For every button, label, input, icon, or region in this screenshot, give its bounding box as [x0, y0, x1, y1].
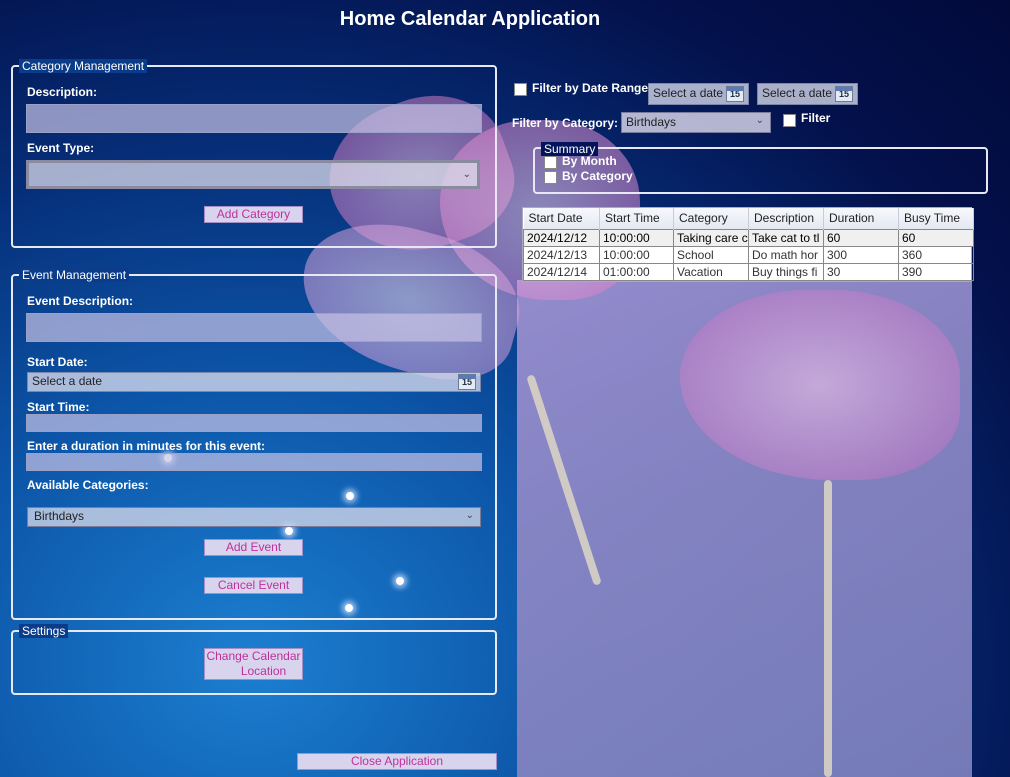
filter-date-range-checkbox[interactable] — [514, 83, 527, 96]
cell-start-time[interactable]: 10:00:00 — [599, 228, 674, 247]
column-header-duration[interactable]: Duration — [823, 208, 899, 229]
cell-busy-time[interactable]: 390 — [898, 262, 974, 281]
cell-busy-time[interactable]: 60 — [898, 228, 974, 247]
settings-legend: Settings — [19, 624, 69, 638]
filter-label: Filter — [801, 111, 831, 125]
calendar-icon[interactable]: 15 — [835, 86, 853, 102]
cell-start-time[interactable]: 01:00:00 — [599, 262, 674, 281]
close-application-button[interactable]: Close Application — [297, 753, 497, 770]
chevron-down-icon: ⌄ — [462, 169, 471, 180]
cell-category[interactable]: Vacation — [673, 262, 749, 281]
filter-category-label: Filter by Category: — [512, 116, 619, 130]
cell-duration[interactable]: 30 — [823, 262, 899, 281]
date-from-placeholder: Select a date — [653, 86, 724, 100]
change-location-line2: Location — [240, 664, 287, 678]
by-category-label: By Category — [562, 169, 633, 183]
events-grid[interactable]: Start Date Start Time Category Descripti… — [522, 207, 974, 282]
cell-busy-time[interactable]: 360 — [898, 245, 974, 264]
category-management-legend: Category Management — [19, 59, 148, 73]
by-month-label: By Month — [562, 154, 617, 168]
cell-description[interactable]: Buy things fi — [748, 262, 824, 281]
column-header-start-time[interactable]: Start Time — [599, 208, 674, 229]
start-date-picker[interactable]: Select a date 15 — [27, 372, 481, 392]
table-row[interactable]: 2024/12/12 10:00:00 Taking care c Take c… — [523, 228, 974, 247]
available-categories-label: Available Categories: — [27, 478, 149, 492]
cell-description[interactable]: Take cat to tl — [748, 228, 824, 247]
chevron-down-icon: ⌄ — [465, 510, 474, 521]
calendar-icon[interactable]: 15 — [458, 374, 476, 390]
change-location-line1: Change Calendar — [206, 649, 301, 663]
chevron-down-icon: ⌄ — [755, 115, 764, 126]
cell-duration[interactable]: 60 — [823, 228, 899, 247]
by-month-checkbox[interactable] — [544, 156, 557, 169]
cell-duration[interactable]: 300 — [823, 245, 899, 264]
cell-start-date[interactable]: 2024/12/13 — [523, 245, 600, 264]
cell-category[interactable]: Taking care c — [673, 228, 749, 247]
change-calendar-location-button[interactable]: Change Calendar Location — [204, 648, 303, 680]
date-from-picker[interactable]: Select a date 15 — [648, 83, 749, 105]
app-title: Home Calendar Application — [339, 8, 601, 30]
column-header-category[interactable]: Category — [673, 208, 749, 229]
event-description-label: Event Description: — [27, 294, 134, 308]
add-category-button[interactable]: Add Category — [204, 206, 303, 223]
by-category-checkbox[interactable] — [544, 171, 557, 184]
cell-description[interactable]: Do math hor — [748, 245, 824, 264]
column-header-busy-time[interactable]: Busy Time — [898, 208, 974, 229]
cell-category[interactable]: School — [673, 245, 749, 264]
calendar-icon[interactable]: 15 — [726, 86, 744, 102]
column-header-start-date[interactable]: Start Date — [523, 208, 600, 229]
table-row[interactable]: 2024/12/14 01:00:00 Vacation Buy things … — [523, 262, 974, 281]
event-management-legend: Event Management — [19, 268, 130, 282]
available-categories-value: Birthdays — [34, 509, 85, 523]
date-to-placeholder: Select a date — [762, 86, 833, 100]
cell-start-date[interactable]: 2024/12/14 — [523, 262, 600, 281]
column-header-description[interactable]: Description — [748, 208, 824, 229]
cell-start-date[interactable]: 2024/12/12 — [523, 228, 600, 247]
cell-start-time[interactable]: 10:00:00 — [599, 245, 674, 264]
available-categories-select[interactable]: Birthdays ⌄ — [27, 507, 481, 527]
grid-header-row: Start Date Start Time Category Descripti… — [523, 208, 974, 229]
add-event-button[interactable]: Add Event — [204, 539, 303, 556]
category-description-input[interactable] — [26, 104, 482, 133]
filter-category-select[interactable]: Birthdays ⌄ — [621, 112, 771, 133]
duration-input[interactable] — [26, 453, 482, 471]
event-type-label: Event Type: — [27, 141, 95, 155]
filter-date-range-label: Filter by Date Range — [532, 81, 649, 95]
cancel-event-button[interactable]: Cancel Event — [204, 577, 303, 594]
table-row[interactable]: 2024/12/13 10:00:00 School Do math hor 3… — [523, 245, 974, 264]
start-time-label: Start Time: — [27, 400, 90, 414]
start-time-input[interactable] — [26, 414, 482, 432]
event-description-input[interactable] — [26, 313, 482, 342]
duration-label: Enter a duration in minutes for this eve… — [27, 439, 266, 453]
flower-stem-decoration — [824, 480, 832, 777]
description-label: Description: — [27, 85, 98, 99]
filter-category-value: Birthdays — [626, 115, 677, 129]
event-type-select[interactable]: ⌄ — [26, 160, 480, 189]
start-date-placeholder: Select a date — [32, 374, 103, 388]
start-date-label: Start Date: — [27, 355, 88, 369]
filter-checkbox[interactable] — [783, 114, 796, 127]
date-to-picker[interactable]: Select a date 15 — [757, 83, 858, 105]
